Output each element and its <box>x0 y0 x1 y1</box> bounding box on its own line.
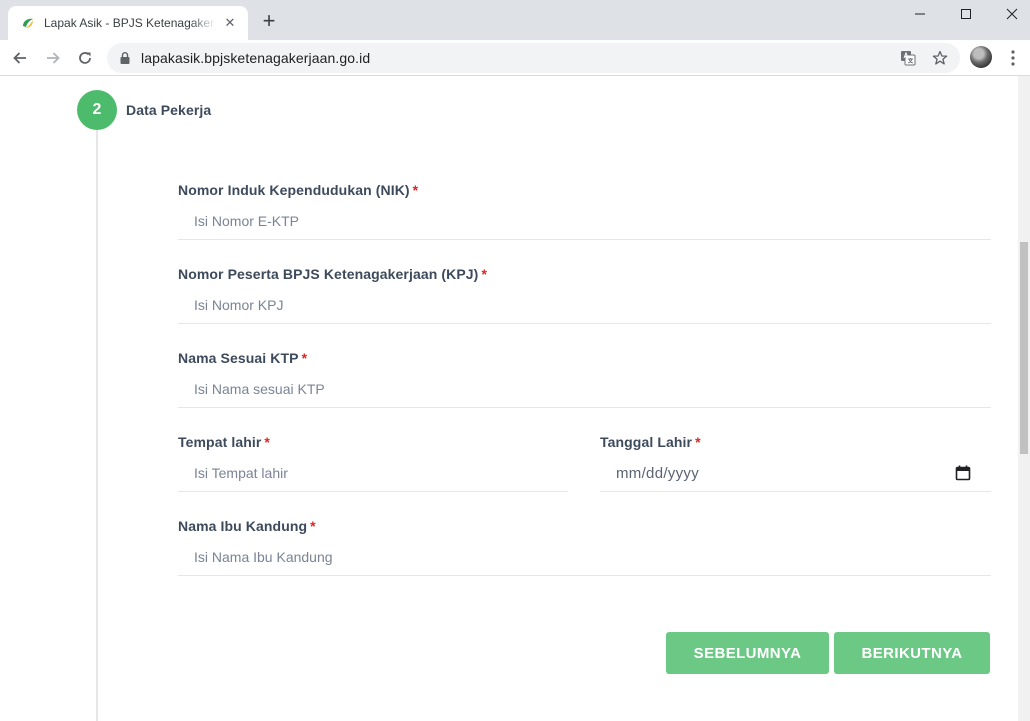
nama-field: Nama Sesuai KTP * <box>178 350 991 412</box>
ibu-kandung-label-text: Nama Ibu Kandung <box>178 518 308 534</box>
arrow-right-icon <box>47 52 60 64</box>
stepper-line <box>96 130 98 721</box>
url-text: lapakasik.bpjsketenagakerjaan.go.id <box>141 50 371 66</box>
kpj-label-text: Nomor Peserta BPJS Ketenagakerjaan (KPJ) <box>178 266 479 282</box>
required-mark: * <box>695 434 701 450</box>
tempat-lahir-label: Tempat lahir * <box>178 434 270 450</box>
translate-icon <box>901 51 916 66</box>
tanggal-lahir-label-text: Tanggal Lahir <box>600 434 693 450</box>
previous-button[interactable]: SEBELUMNYA <box>666 632 829 674</box>
tab-strip: Lapak Asik - BPJS Ketenagakerjaan ✕ + <box>0 0 1030 40</box>
next-button[interactable]: BERIKUTNYA <box>834 632 990 674</box>
nama-label: Nama Sesuai KTP * <box>178 350 307 366</box>
required-mark: * <box>264 434 270 450</box>
reload-icon <box>79 52 91 64</box>
tanggal-lahir-label: Tanggal Lahir * <box>600 434 701 450</box>
calendar-icon[interactable] <box>955 465 971 481</box>
ibu-kandung-field: Nama Ibu Kandung * <box>178 518 991 580</box>
minimize-icon <box>915 13 925 15</box>
nama-label-text: Nama Sesuai KTP <box>178 350 299 366</box>
new-tab-button[interactable]: + <box>258 10 280 32</box>
step-title: Data Pekerja <box>126 102 212 118</box>
tempat-lahir-field: Tempat lahir * <box>178 434 568 496</box>
kpj-label: Nomor Peserta BPJS Ketenagakerjaan (KPJ)… <box>178 266 487 282</box>
close-tab-icon[interactable]: ✕ <box>222 15 238 31</box>
page-content: 2 Data Pekerja Nomor Induk Kependudukan … <box>0 76 1018 721</box>
nik-field: Nomor Induk Kependudukan (NIK) * <box>178 182 991 244</box>
page-scrollbar[interactable] <box>1018 76 1030 721</box>
address-bar[interactable]: lapakasik.bpjsketenagakerjaan.go.id <box>107 43 960 73</box>
scrollbar-thumb[interactable] <box>1020 242 1028 454</box>
minimize-button[interactable] <box>897 0 943 28</box>
tanggal-lahir-field: Tanggal Lahir * mm/dd/yyyy <box>600 434 991 496</box>
browser-tab[interactable]: Lapak Asik - BPJS Ketenagakerjaan ✕ <box>8 6 248 40</box>
nik-label-text: Nomor Induk Kependudukan (NIK) <box>178 182 410 198</box>
nik-input[interactable] <box>178 202 991 240</box>
bookmark-star-button[interactable] <box>931 49 949 67</box>
browser-toolbar: lapakasik.bpjsketenagakerjaan.go.id <box>0 40 1030 76</box>
kpj-field: Nomor Peserta BPJS Ketenagakerjaan (KPJ)… <box>178 266 991 328</box>
lock-icon <box>120 52 130 64</box>
nik-label: Nomor Induk Kependudukan (NIK) * <box>178 182 418 198</box>
tempat-lahir-label-text: Tempat lahir <box>178 434 262 450</box>
star-icon <box>932 50 948 65</box>
kpj-input[interactable] <box>178 286 991 324</box>
tempat-lahir-input[interactable] <box>178 454 568 492</box>
maximize-icon <box>961 9 971 19</box>
required-mark: * <box>310 518 316 534</box>
close-window-button[interactable] <box>989 0 1030 28</box>
forward-button[interactable] <box>41 46 65 70</box>
arrow-left-icon <box>13 52 26 64</box>
nama-input[interactable] <box>178 370 991 408</box>
tab-title: Lapak Asik - BPJS Ketenagakerjaan <box>44 16 216 30</box>
bpjs-favicon-icon <box>23 18 33 28</box>
translate-button[interactable] <box>899 49 917 67</box>
maximize-button[interactable] <box>943 0 989 28</box>
required-mark: * <box>481 266 488 282</box>
back-button[interactable] <box>8 46 32 70</box>
required-mark: * <box>301 350 308 366</box>
profile-avatar[interactable] <box>970 46 992 68</box>
step-number-badge: 2 <box>77 90 117 130</box>
close-icon <box>1006 8 1018 20</box>
reload-button[interactable] <box>73 46 97 70</box>
ibu-kandung-input[interactable] <box>178 538 991 576</box>
date-placeholder: mm/dd/yyyy <box>616 465 700 482</box>
required-mark: * <box>412 182 419 198</box>
more-vert-icon[interactable] <box>1005 48 1021 68</box>
ibu-kandung-label: Nama Ibu Kandung * <box>178 518 316 534</box>
